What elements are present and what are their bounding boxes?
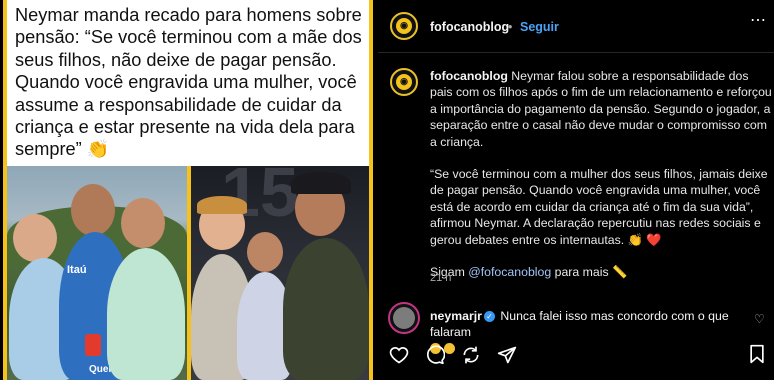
mention-link[interactable]: @fofocanoblog [468,265,551,279]
man-head [71,184,115,236]
caption-paragraph-1: fofocanoblog Neymar falou sobre a respon… [430,68,772,150]
quote-box: Neymar manda recado para homens sobre pe… [7,0,369,166]
photo-left: Itaú Quer [7,166,187,380]
avatar-logo-icon: ◉ [395,17,413,35]
instagram-panel: ◉ fofocanoblog • Seguir ⋯ ◉ fofocanoblog… [378,0,774,380]
action-bar [388,344,518,368]
shirt-logo: Itaú [67,264,87,276]
man2-jacket [283,238,369,380]
photo-collage: Itaú Quer 15 [7,166,369,380]
follow-button[interactable]: Seguir [520,20,559,34]
comment-icon[interactable] [424,344,446,366]
boy-hair [197,196,247,214]
header-divider [378,52,774,53]
photo-right: 15 [191,166,369,380]
avatar-logo-icon: ◉ [395,73,413,91]
comment-username[interactable]: neymarjr [430,309,482,323]
header-separator: • [508,20,513,34]
caption-paragraph-3: Sigam @fofocanoblog para mais 📏 [430,264,772,280]
girl-dress [107,248,185,380]
follow-suffix: para mais 📏 [551,265,628,280]
share-icon[interactable] [460,344,482,366]
save-icon[interactable] [748,344,766,369]
verified-badge-icon: ✓ [483,311,495,322]
caption-avatar[interactable]: ◉ [390,68,418,96]
caption-paragraph-2: “Se você terminou com a mulher dos seus … [430,167,768,247]
comment-like-icon[interactable]: ♡ [754,312,765,326]
header-avatar[interactable]: ◉ [390,12,418,40]
badge-shape [85,334,101,356]
caption-timestamp[interactable]: 21 h [430,272,451,284]
baby-head [13,214,57,262]
comment-avatar[interactable] [388,302,420,334]
caption: fofocanoblog Neymar falou sobre a respon… [430,68,772,280]
girl-head [121,198,165,248]
quote-text: Neymar manda recado para homens sobre pe… [15,5,362,160]
caption-username[interactable]: fofocanoblog [430,69,508,83]
car-avatar-icon [392,306,416,330]
cap-shape [291,172,351,194]
like-icon[interactable] [388,344,410,366]
girl2-head [247,232,283,272]
quote-card: Neymar manda recado para homens sobre pe… [3,0,373,380]
post-image[interactable]: Neymar manda recado para homens sobre pe… [0,0,378,380]
header-username[interactable]: fofocanoblog [430,20,509,34]
send-icon[interactable] [496,344,518,366]
more-options-icon[interactable]: ⋯ [750,10,767,30]
